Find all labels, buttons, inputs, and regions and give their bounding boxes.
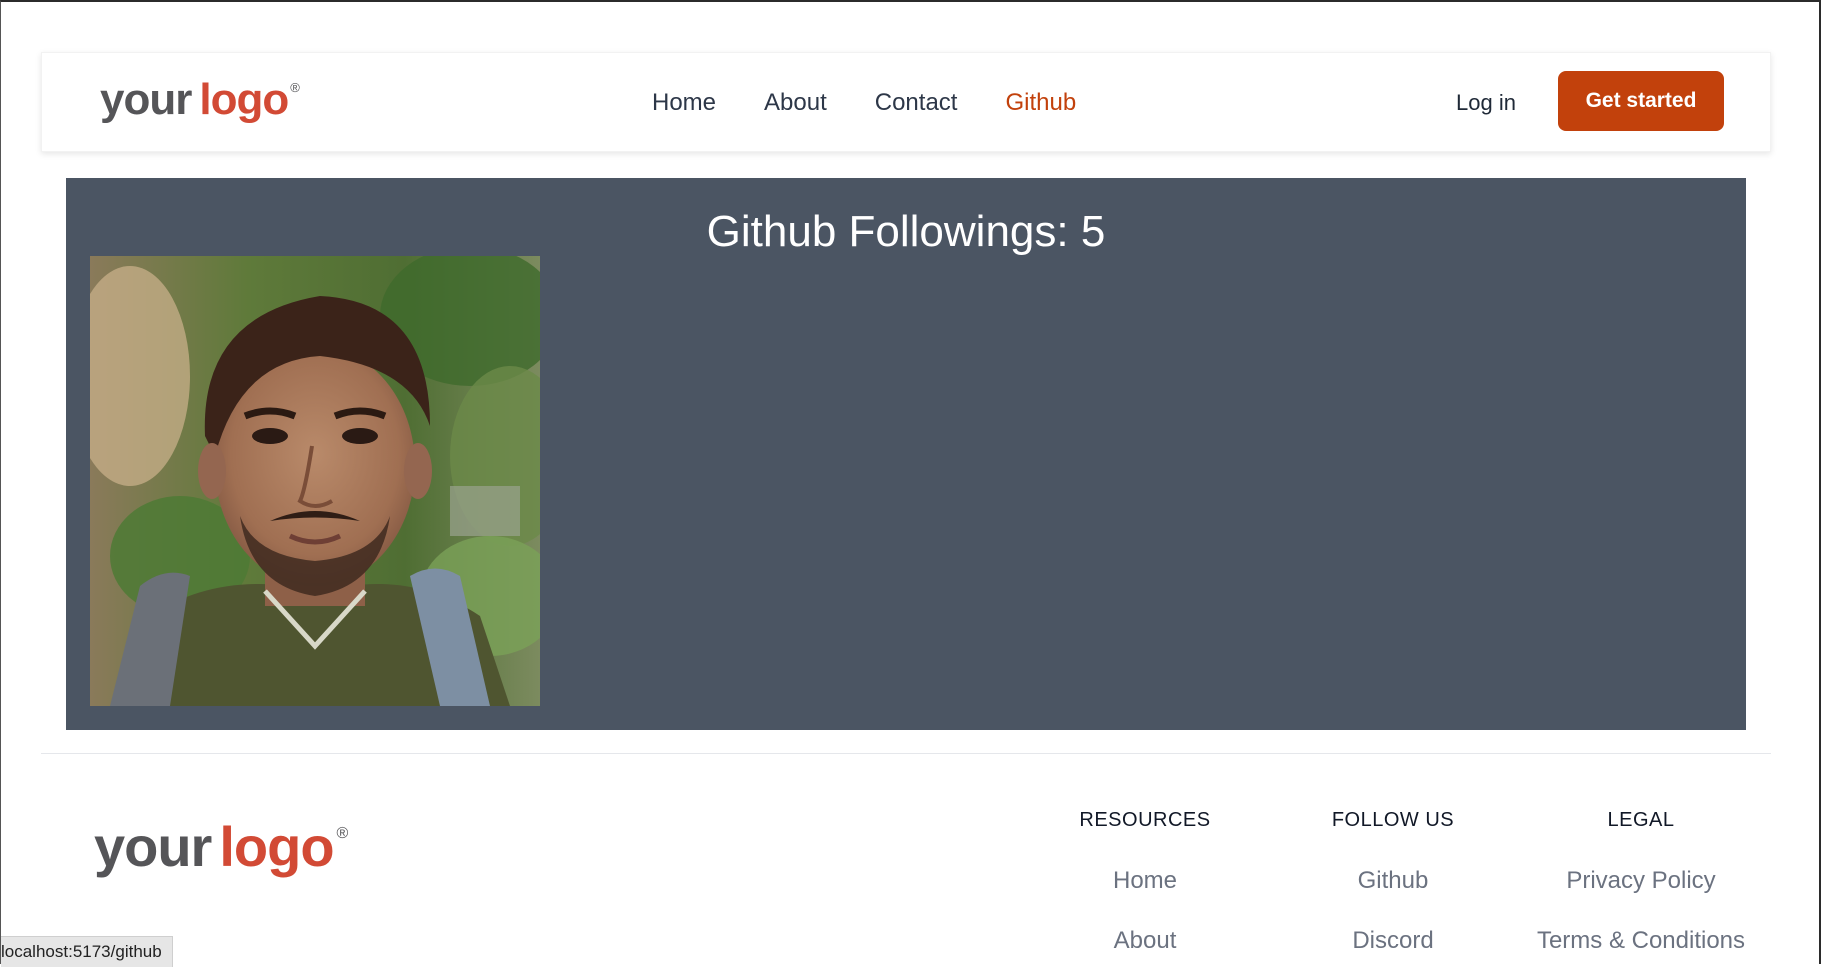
footer-column-resources: RESOURCES Home About (1020, 804, 1270, 956)
navbar: your logo ® Home About Contact Github Lo… (41, 52, 1771, 152)
footer-logo-text-logo: logo (219, 815, 334, 878)
footer-link-home[interactable]: Home (1020, 866, 1270, 896)
footer-logo[interactable]: your logo ® (94, 814, 348, 879)
footer-column-follow-us: FOLLOW US Github Discord (1268, 804, 1518, 956)
primary-nav: Home About Contact Github (652, 89, 1124, 117)
footer-link-discord[interactable]: Discord (1268, 926, 1518, 956)
footer-link-privacy-policy[interactable]: Privacy Policy (1516, 866, 1766, 896)
registered-mark: ® (290, 80, 300, 95)
footer-heading-legal: LEGAL (1607, 809, 1675, 831)
footer-link-about[interactable]: About (1020, 926, 1270, 956)
get-started-button[interactable]: Get started (1558, 71, 1724, 131)
footer-divider (41, 753, 1771, 754)
footer-heading-follow-us: FOLLOW US (1331, 809, 1455, 831)
avatar-photo (90, 256, 540, 706)
status-bar-url: localhost:5173/github (1, 936, 173, 967)
logo-text-logo: logo (199, 75, 289, 124)
footer-link-terms-conditions[interactable]: Terms & Conditions (1516, 926, 1766, 956)
following-avatar[interactable] (90, 256, 540, 706)
nav-link-github[interactable]: Github (1005, 89, 1076, 117)
followings-panel: Github Followings: 5 (66, 178, 1746, 730)
footer-logo-text-your: your (94, 815, 212, 878)
nav-link-about[interactable]: About (764, 89, 827, 117)
page-title: Github Followings: 5 (706, 207, 1106, 256)
footer-link-github[interactable]: Github (1268, 866, 1518, 896)
footer-heading-resources: RESOURCES (1079, 809, 1211, 831)
brand-logo[interactable]: your logo ® (100, 75, 300, 125)
footer-column-legal: LEGAL Privacy Policy Terms & Conditions (1516, 804, 1766, 956)
logo-text-your: your (100, 75, 192, 124)
login-link[interactable]: Log in (1456, 89, 1516, 117)
nav-link-home[interactable]: Home (652, 89, 716, 117)
nav-link-contact[interactable]: Contact (875, 89, 958, 117)
footer-registered-mark: ® (336, 825, 349, 842)
